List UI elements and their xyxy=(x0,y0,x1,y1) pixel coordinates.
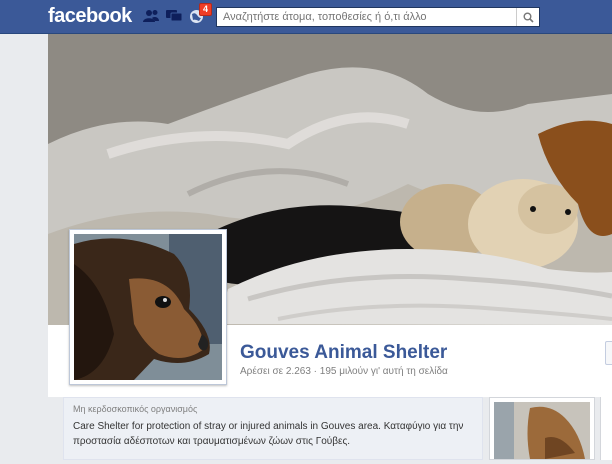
search-icon xyxy=(523,12,534,23)
facebook-logo[interactable]: facebook xyxy=(48,5,132,28)
page-stats: Αρέσει σε 2.263 · 195 μιλούν γι' αυτή τη… xyxy=(240,366,448,377)
page-description: Care Shelter for protection of stray or … xyxy=(73,421,464,447)
notifications-badge[interactable]: 4 xyxy=(199,3,213,16)
page-title[interactable]: Gouves Animal Shelter xyxy=(240,342,447,364)
like-button[interactable] xyxy=(605,341,612,365)
top-navigation-bar: facebook 4 xyxy=(0,0,612,34)
search-input[interactable] xyxy=(217,8,513,26)
left-margin xyxy=(0,34,48,460)
friends-icon[interactable] xyxy=(142,9,159,23)
search-box xyxy=(216,7,540,27)
profile-picture[interactable] xyxy=(69,229,227,385)
search-button[interactable] xyxy=(516,8,539,26)
photo-thumbnail[interactable] xyxy=(600,397,612,460)
messages-icon[interactable] xyxy=(166,9,183,23)
page-category[interactable]: Μη κερδοσκοπικός οργανισμός xyxy=(73,404,197,414)
photo-thumbnail[interactable] xyxy=(489,397,595,460)
